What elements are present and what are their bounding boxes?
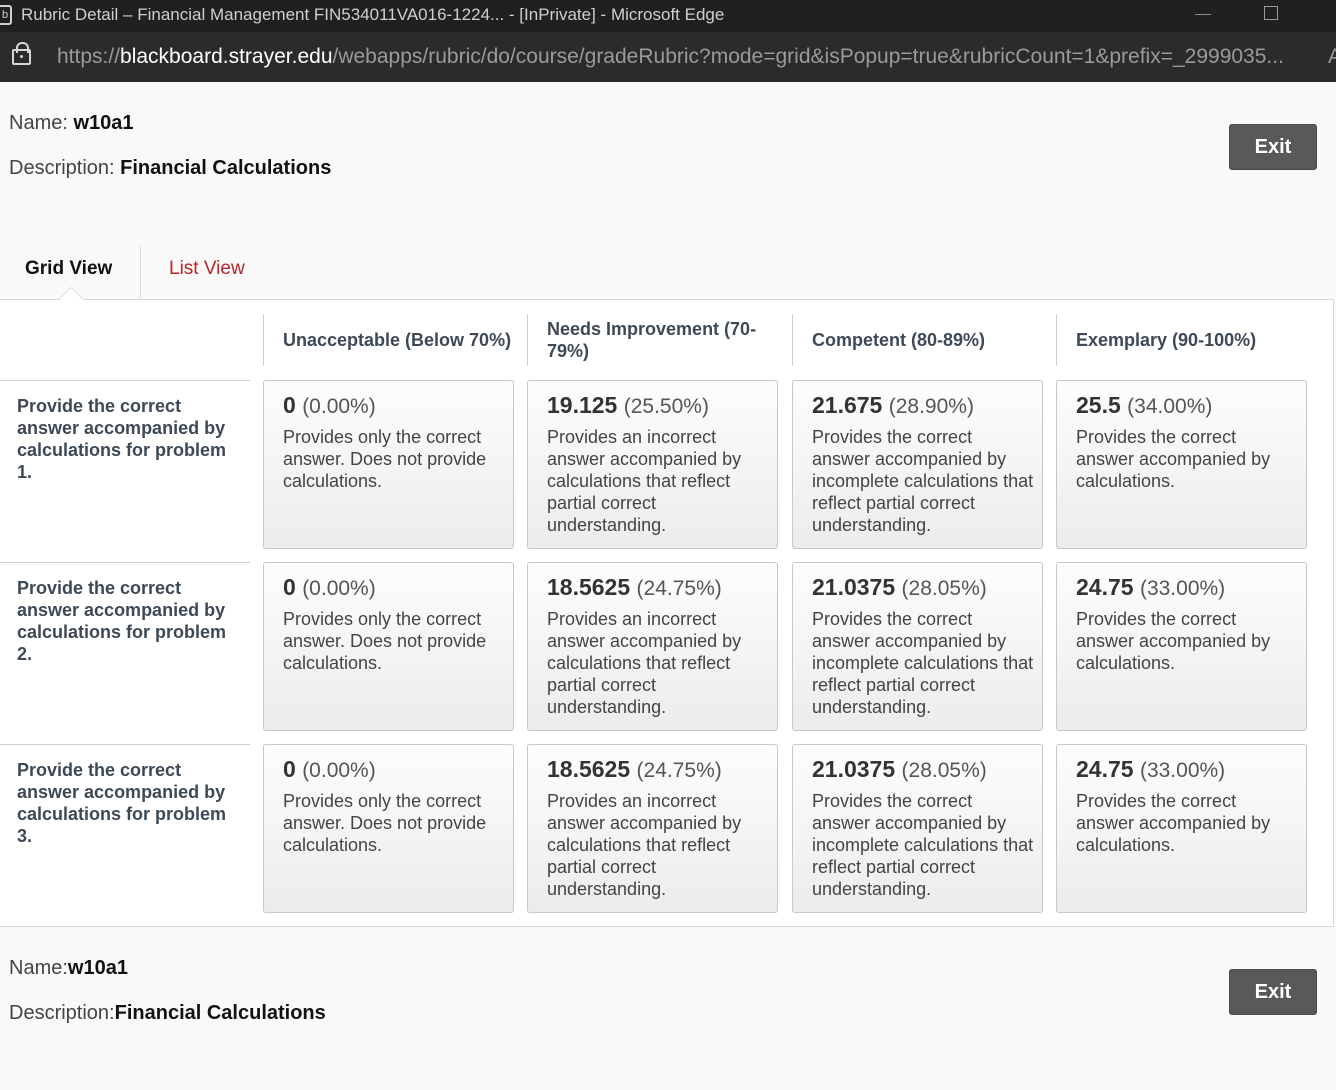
- rubric-cell[interactable]: 18.5625 (24.75%) Provides an incorrect a…: [527, 744, 778, 913]
- tab-grid-view[interactable]: Grid View: [25, 258, 112, 280]
- cell-description: Provides the correct answer accompanied …: [812, 609, 1034, 717]
- exit-button-bottom[interactable]: Exit: [1229, 969, 1317, 1015]
- minimize-icon[interactable]: [1195, 14, 1211, 15]
- rubric-cell[interactable]: 0 (0.00%) Provides only the correct answ…: [263, 744, 514, 913]
- cell-score: 25.5: [1076, 392, 1121, 418]
- footer-name-label: Name:: [9, 957, 68, 979]
- criterion-title-1: Provide the correct answer accompanied b…: [17, 396, 227, 482]
- rubric-name: Name: w10a1: [9, 112, 134, 135]
- url-host: blackboard.strayer.edu: [120, 45, 333, 68]
- footer-rubric-name: Name:w10a1: [9, 957, 128, 980]
- criterion-title-2: Provide the correct answer accompanied b…: [17, 578, 227, 664]
- cell-percent: (24.75%): [636, 759, 722, 782]
- column-header-needs-improvement: Needs Improvement (70-79%): [527, 314, 789, 366]
- rubric-cell[interactable]: 18.5625 (24.75%) Provides an incorrect a…: [527, 562, 778, 731]
- cell-percent: (28.05%): [901, 577, 987, 600]
- column-header-exemplary: Exemplary (90-100%): [1056, 314, 1318, 366]
- cell-description: Provides an incorrect answer accompanied…: [547, 609, 742, 717]
- maximize-icon[interactable]: [1264, 6, 1278, 20]
- cell-percent: (33.00%): [1139, 759, 1226, 782]
- cell-score: 24.75: [1076, 574, 1134, 600]
- exit-button-top[interactable]: Exit: [1229, 124, 1317, 170]
- column-header-unacceptable: Unacceptable (Below 70%): [263, 314, 525, 366]
- footer-name-value: w10a1: [67, 957, 128, 979]
- cell-score: 21.0375: [812, 574, 896, 600]
- cell-description: Provides only the correct answer. Does n…: [283, 609, 487, 673]
- cell-score: 21.0375: [812, 756, 896, 782]
- blackboard-app-icon: b: [0, 5, 12, 25]
- cell-percent: (33.00%): [1139, 577, 1226, 600]
- window-title-bar: b Rubric Detail – Financial Management F…: [0, 0, 1336, 32]
- rubric-cell[interactable]: 21.675 (28.90%) Provides the correct ans…: [792, 380, 1043, 549]
- rubric-cell[interactable]: 21.0375 (28.05%) Provides the correct an…: [792, 744, 1043, 913]
- cell-description: Provides the correct answer accompanied …: [812, 427, 1034, 535]
- cell-description: Provides the correct answer accompanied …: [812, 791, 1034, 899]
- cell-percent: (24.75%): [636, 577, 722, 600]
- rubric-name-value: w10a1: [73, 112, 134, 134]
- rubric-description-label: Description:: [9, 157, 121, 179]
- url-path: /webapps/rubric/do/course/gradeRubric?mo…: [332, 45, 1284, 68]
- rubric-cell[interactable]: 25.5 (34.00%) Provides the correct answe…: [1056, 380, 1307, 549]
- cell-score: 18.5625: [547, 574, 631, 600]
- address-bar: https://blackboard.strayer.edu/webapps/r…: [0, 32, 1336, 82]
- rubric-name-label: Name:: [9, 112, 74, 134]
- footer-description-value: Financial Calculations: [114, 1002, 326, 1024]
- lock-icon[interactable]: [12, 42, 31, 65]
- url-overflow-text: A: [1328, 45, 1336, 68]
- cell-description: Provides the correct answer accompanied …: [1076, 791, 1271, 855]
- criterion-title-3: Provide the correct answer accompanied b…: [17, 760, 227, 846]
- rubric-description: Description: Financial Calculations: [9, 157, 331, 180]
- cell-description: Provides an incorrect answer accompanied…: [547, 791, 742, 899]
- cell-score: 24.75: [1076, 756, 1134, 782]
- row-separator: [0, 744, 250, 745]
- row-separator: [0, 380, 250, 381]
- cell-score: 21.675: [812, 392, 883, 418]
- footer-description-label: Description:: [9, 1002, 115, 1024]
- rubric-cell[interactable]: 19.125 (25.50%) Provides an incorrect an…: [527, 380, 778, 549]
- cell-description: Provides the correct answer accompanied …: [1076, 427, 1271, 491]
- cell-percent: (28.90%): [888, 395, 974, 418]
- cell-percent: (0.00%): [302, 759, 376, 782]
- cell-score: 19.125: [547, 392, 618, 418]
- cell-percent: (34.00%): [1127, 395, 1213, 418]
- cell-description: Provides only the correct answer. Does n…: [283, 791, 487, 855]
- cell-percent: (0.00%): [302, 577, 376, 600]
- tab-divider: [140, 246, 141, 299]
- cell-percent: (28.05%): [901, 759, 987, 782]
- window-title: Rubric Detail – Financial Management FIN…: [21, 5, 725, 24]
- footer-rubric-description: Description:Financial Calculations: [9, 1002, 326, 1025]
- cell-score: 0: [283, 756, 296, 782]
- cell-percent: (25.50%): [623, 395, 709, 418]
- active-tab-pointer: [58, 287, 84, 300]
- rubric-cell[interactable]: 0 (0.00%) Provides only the correct answ…: [263, 380, 514, 549]
- cell-description: Provides only the correct answer. Does n…: [283, 427, 487, 491]
- rubric-cell[interactable]: 0 (0.00%) Provides only the correct answ…: [263, 562, 514, 731]
- cell-percent: (0.00%): [302, 395, 376, 418]
- url-text[interactable]: https://blackboard.strayer.edu/webapps/r…: [57, 45, 1307, 69]
- url-prefix: https://: [57, 45, 121, 68]
- rubric-cell[interactable]: 24.75 (33.00%) Provides the correct answ…: [1056, 562, 1307, 731]
- rubric-cell[interactable]: 21.0375 (28.05%) Provides the correct an…: [792, 562, 1043, 731]
- cell-score: 0: [283, 574, 296, 600]
- tab-list-view[interactable]: List View: [169, 258, 245, 280]
- cell-score: 0: [283, 392, 296, 418]
- cell-description: Provides the correct answer accompanied …: [1076, 609, 1271, 673]
- cell-score: 18.5625: [547, 756, 631, 782]
- rubric-cell[interactable]: 24.75 (33.00%) Provides the correct answ…: [1056, 744, 1307, 913]
- row-separator: [0, 562, 250, 563]
- column-header-competent: Competent (80-89%): [792, 314, 1054, 366]
- cell-description: Provides an incorrect answer accompanied…: [547, 427, 742, 535]
- rubric-description-value: Financial Calculations: [120, 157, 332, 179]
